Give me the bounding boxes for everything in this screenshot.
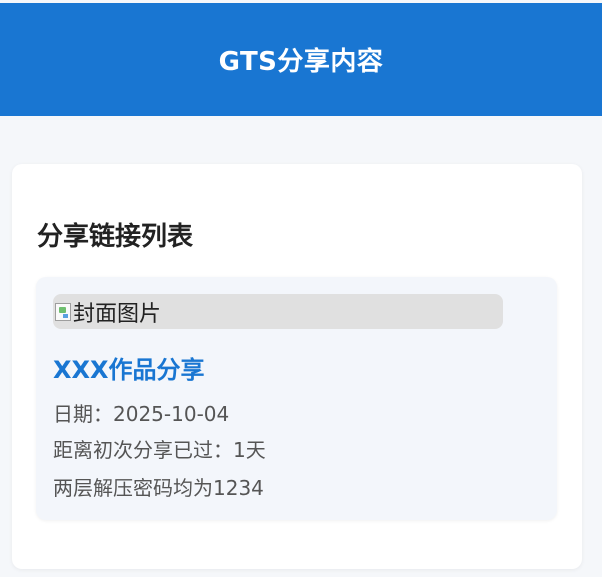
share-password-note: 两层解压密码均为1234 bbox=[53, 476, 264, 500]
share-date: 日期：2025-10-04 bbox=[53, 402, 230, 426]
share-elapsed: 距离初次分享已过：1天 bbox=[53, 438, 266, 462]
cover-image-alt: 封面图片 bbox=[73, 301, 162, 327]
cover-image: 封面图片 bbox=[53, 294, 503, 329]
share-list-title: 分享链接列表 bbox=[37, 222, 194, 252]
share-list-panel: 分享链接列表 封面图片 XXX作品分享 日期：2025-10-04 距离初次分享… bbox=[12, 164, 582, 569]
page: GTS分享内容 分享链接列表 封面图片 XXX作品分享 日期：2025-10-0… bbox=[0, 0, 602, 577]
app-header: GTS分享内容 bbox=[0, 3, 602, 116]
share-title-link[interactable]: XXX作品分享 bbox=[53, 350, 205, 385]
broken-image-icon bbox=[55, 302, 71, 321]
page-title: GTS分享内容 bbox=[218, 47, 384, 77]
share-card: 封面图片 XXX作品分享 日期：2025-10-04 距离初次分享已过：1天 两… bbox=[36, 277, 557, 520]
